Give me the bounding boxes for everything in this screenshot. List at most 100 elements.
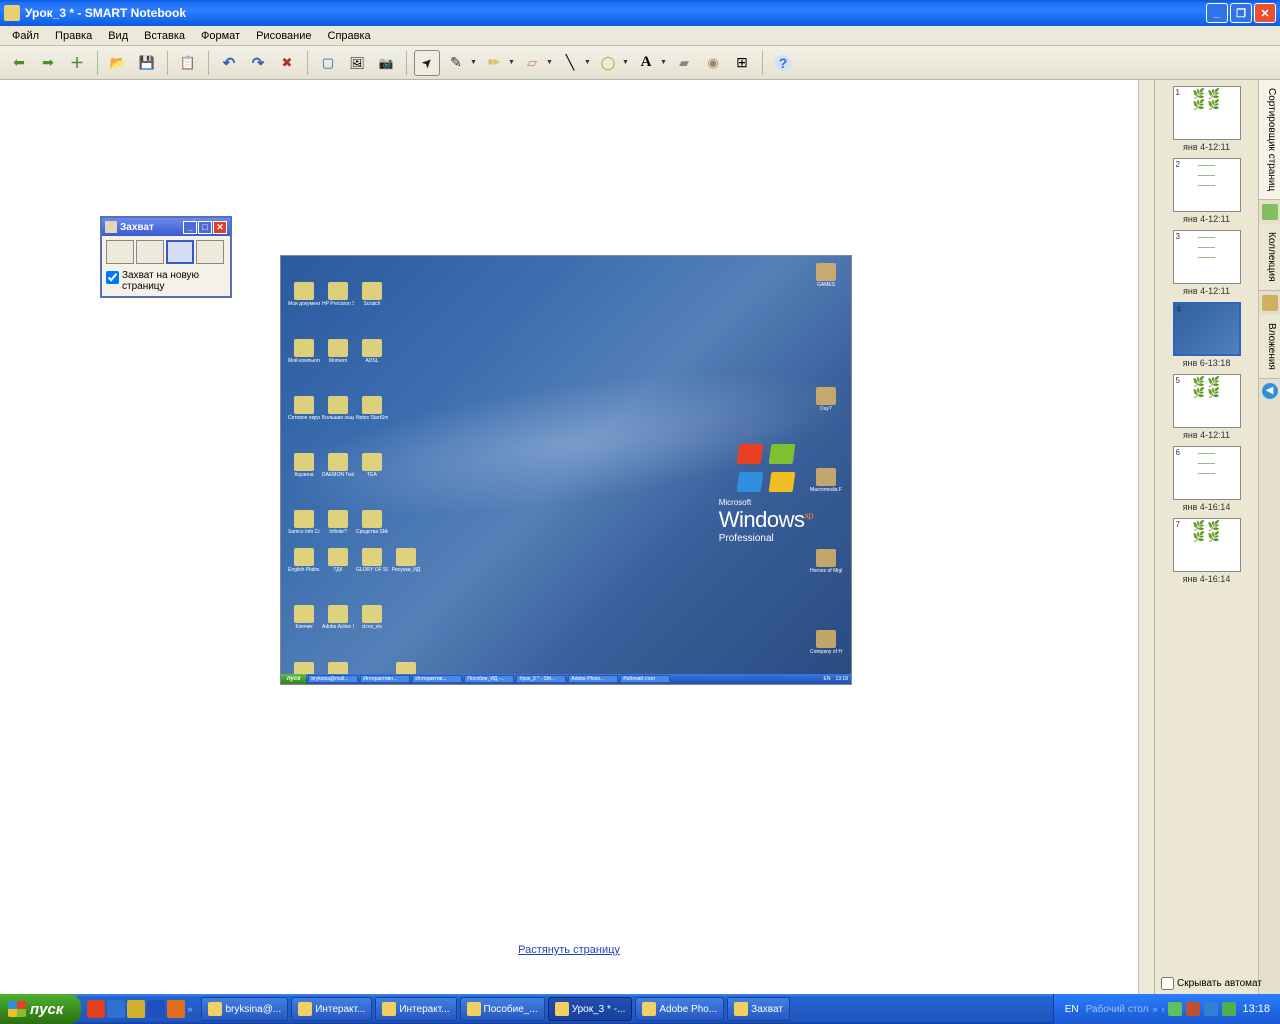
pen-dropdown[interactable]: ▼ (470, 59, 478, 66)
page-thumbnail[interactable]: 3янв 4-12:11 (1159, 230, 1254, 296)
taskbar-task-button[interactable]: Захват (727, 997, 790, 1021)
language-indicator[interactable]: EN (1062, 1003, 1082, 1016)
fill-button[interactable] (671, 50, 697, 76)
capture-button[interactable] (373, 50, 399, 76)
system-tray: EN Рабочий стол » ‹ 13:18 (1053, 994, 1280, 1024)
capture-newpage-option[interactable]: Захват на новую страницу (102, 268, 230, 296)
collapse-sidebar-button[interactable]: ◀ (1262, 383, 1278, 399)
ql-notes-icon[interactable] (127, 1000, 145, 1018)
page-thumbnail[interactable]: 5янв 4-12:11 (1159, 374, 1254, 440)
eraser-tool-button[interactable] (519, 50, 545, 76)
line-tool-button[interactable] (557, 50, 583, 76)
add-page-button[interactable] (64, 50, 90, 76)
auto-hide-checkbox[interactable] (1161, 977, 1174, 990)
tray-expand[interactable]: ‹ (1161, 1004, 1164, 1014)
tab-page-sorter[interactable]: Сортировщик страниц (1259, 80, 1280, 200)
toolbar-separator (307, 51, 308, 75)
ql-ie-icon[interactable] (147, 1000, 165, 1018)
next-page-button[interactable] (35, 50, 61, 76)
embedded-screenshot[interactable]: Мои документыHP Precision Scan LTXScratc… (280, 255, 852, 685)
capture-window-titlebar[interactable]: Захват _ □ ✕ (102, 218, 230, 236)
system-clock[interactable]: 13:18 (1240, 1003, 1272, 1015)
taskbar-task-button[interactable]: Урок_3 * -... (548, 997, 633, 1021)
menu-format[interactable]: Формат (193, 28, 248, 44)
shape-tool-button[interactable] (595, 50, 621, 76)
extend-page-link[interactable]: Растянуть страницу (518, 944, 620, 956)
capture-freehand-button[interactable] (196, 240, 224, 264)
page-thumbnail[interactable]: 1янв 4-12:11 (1159, 86, 1254, 152)
delete-button[interactable] (274, 50, 300, 76)
page-thumbnail[interactable]: 2янв 4-12:11 (1159, 158, 1254, 224)
microsoft-label: Microsoft (719, 498, 813, 507)
capture-maximize-button[interactable]: □ (198, 221, 212, 234)
canvas[interactable]: Захват _ □ ✕ Захват на новую страницу Мо… (0, 80, 1138, 994)
ql-expand[interactable]: » (187, 1004, 191, 1014)
redo-button[interactable] (245, 50, 271, 76)
select-tool-button[interactable] (414, 50, 440, 76)
menu-file[interactable]: Файл (4, 28, 47, 44)
tray-icon-1[interactable] (1168, 1002, 1182, 1016)
taskbar-task-button[interactable]: Пособие_... (460, 997, 545, 1021)
taskbar-task-button[interactable]: Интеракт... (375, 997, 456, 1021)
capture-minimize-button[interactable]: _ (183, 221, 197, 234)
capture-area-button[interactable] (106, 240, 134, 264)
page-thumbnail[interactable]: 6янв 4-16:14 (1159, 446, 1254, 512)
tray-icon-4[interactable] (1222, 1002, 1236, 1016)
capture-close-button[interactable]: ✕ (213, 221, 227, 234)
prev-page-button[interactable] (6, 50, 32, 76)
menu-insert[interactable]: Вставка (136, 28, 193, 44)
page-thumbnail[interactable]: 4▼янв 6-13:18 (1159, 302, 1254, 368)
windows-logo: Microsoft Windowsxp Professional (719, 444, 813, 544)
auto-hide-option[interactable]: Скрывать автомат (1161, 977, 1262, 990)
help-button[interactable] (770, 50, 796, 76)
shape-dropdown[interactable]: ▼ (622, 59, 630, 66)
tab-attachments[interactable]: Вложения (1259, 315, 1280, 379)
desktop-toolbar-label[interactable]: Рабочий стол (1086, 1004, 1149, 1015)
save-button[interactable] (134, 50, 160, 76)
capture-screen-button[interactable] (166, 240, 194, 264)
start-button[interactable]: пуск (0, 994, 81, 1024)
pen-tool-button[interactable] (443, 50, 469, 76)
menu-edit[interactable]: Правка (47, 28, 100, 44)
properties-button[interactable] (700, 50, 726, 76)
tray-icon-2[interactable] (1186, 1002, 1200, 1016)
text-tool-button[interactable] (633, 50, 659, 76)
tray-icon-3[interactable] (1204, 1002, 1218, 1016)
toolbar-separator (208, 51, 209, 75)
taskbar-task-button[interactable]: bryksina@... (201, 997, 288, 1021)
start-label: пуск (30, 1001, 63, 1018)
taskbar-tasks: bryksina@...Интеракт...Интеракт...Пособи… (197, 997, 1052, 1021)
move-toolbar-button[interactable] (729, 50, 755, 76)
ql-word-icon[interactable] (107, 1000, 125, 1018)
screenshade-button[interactable] (315, 50, 341, 76)
ql-firefox-icon[interactable] (167, 1000, 185, 1018)
eraser-dropdown[interactable]: ▼ (546, 59, 554, 66)
capture-window-button[interactable] (136, 240, 164, 264)
tab-gallery[interactable]: Коллекция (1259, 224, 1280, 291)
maximize-button[interactable]: ❐ (1230, 3, 1252, 23)
close-button[interactable]: ✕ (1254, 3, 1276, 23)
minimize-button[interactable]: _ (1206, 3, 1228, 23)
taskbar-task-button[interactable]: Adobe Pho... (635, 997, 724, 1021)
fullscreen-button[interactable] (344, 50, 370, 76)
desktop-expand[interactable]: » (1152, 1004, 1157, 1014)
open-button[interactable] (105, 50, 131, 76)
taskbar-task-button[interactable]: Интеракт... (291, 997, 372, 1021)
capture-newpage-checkbox[interactable] (106, 271, 119, 284)
line-dropdown[interactable]: ▼ (584, 59, 592, 66)
menu-draw[interactable]: Рисование (248, 28, 319, 44)
embedded-clock: 13:18 (832, 676, 851, 682)
capture-newpage-label: Захват на новую страницу (122, 270, 226, 292)
vertical-scrollbar[interactable] (1138, 80, 1154, 994)
ql-acrobat-icon[interactable] (87, 1000, 105, 1018)
menu-view[interactable]: Вид (100, 28, 136, 44)
paste-button[interactable] (175, 50, 201, 76)
creative-pen-button[interactable] (481, 50, 507, 76)
page-thumbnail[interactable]: 7янв 4-16:14 (1159, 518, 1254, 584)
creative-pen-dropdown[interactable]: ▼ (508, 59, 516, 66)
undo-button[interactable] (216, 50, 242, 76)
capture-window[interactable]: Захват _ □ ✕ Захват на новую страницу (100, 216, 232, 298)
menu-help[interactable]: Справка (320, 28, 379, 44)
text-dropdown[interactable]: ▼ (660, 59, 668, 66)
sidebar: 1янв 4-12:112янв 4-12:113янв 4-12:114▼ян… (1154, 80, 1280, 994)
